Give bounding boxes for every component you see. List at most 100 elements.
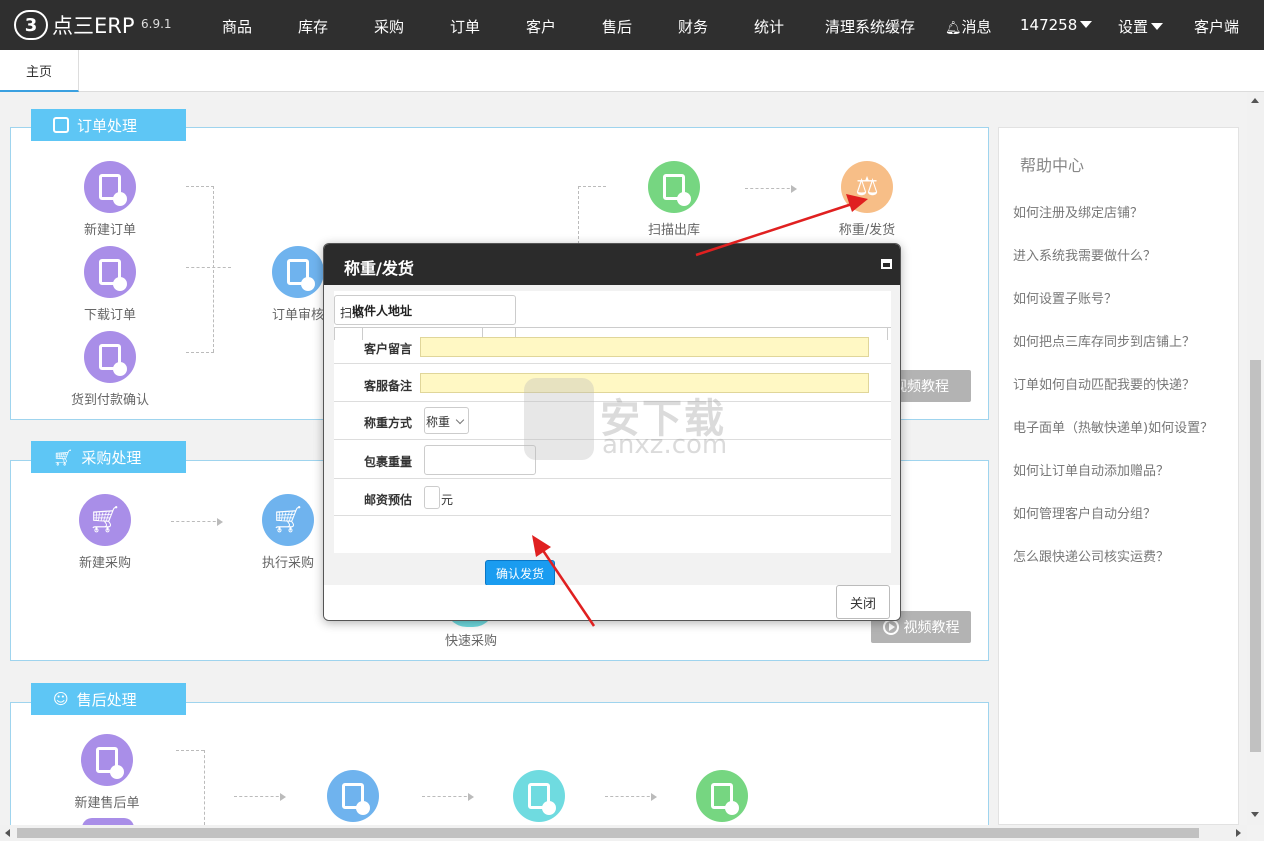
tab-home[interactable]: 主页 — [0, 50, 79, 92]
download-order-icon — [84, 246, 136, 298]
nav-item-aftersale[interactable]: 售后 — [602, 16, 632, 37]
connector — [578, 186, 579, 244]
postage-row: 邮资预估 元 — [334, 479, 891, 516]
help-link[interactable]: 如何注册及绑定店铺？ — [1013, 202, 1143, 221]
scale-icon: ⚖ — [841, 161, 893, 213]
help-link[interactable]: 电子面单（热敏快递单)如何设置？ — [1013, 417, 1213, 436]
nav-item-messages[interactable]: 🔔︎消息 — [945, 16, 992, 37]
node-scan-out[interactable]: 扫描出库 — [619, 161, 729, 238]
dialog-title: 称重/发货 — [344, 259, 414, 278]
node-label: 新建订单 — [83, 223, 136, 238]
connector — [186, 267, 231, 268]
service-note-label: 客服备注 — [364, 379, 413, 393]
vertical-scrollbar[interactable] — [1247, 92, 1264, 825]
help-link[interactable]: 如何设置子账号？ — [1013, 288, 1117, 307]
customer-note-input[interactable] — [420, 337, 869, 357]
nav-item-user[interactable]: 147258 — [1020, 16, 1093, 34]
app-logo[interactable]: 3 点三ERP — [14, 10, 135, 40]
scroll-right-icon[interactable] — [1236, 829, 1241, 837]
nav-item-statistics[interactable]: 统计 — [754, 16, 784, 37]
top-nav: 3 点三ERP 6.9.1 商品 库存 采购 订单 客户 售后 财务 统计 清理… — [0, 0, 1264, 50]
clipboard-icon — [53, 117, 69, 133]
weigh-mode-select[interactable]: 称重 — [424, 407, 469, 434]
help-link[interactable]: 如何让订单自动添加赠品？ — [1013, 460, 1169, 479]
aftersale-section-header: ☺ 售后处理 — [31, 683, 186, 715]
node-label: 快速采购 — [444, 634, 497, 649]
shield-icon — [524, 378, 594, 460]
aftersale-clock-icon — [513, 770, 565, 822]
postage-unit: 元 — [441, 493, 454, 507]
help-title: 帮助中心 — [1020, 156, 1085, 175]
aftersale-refund-icon — [696, 770, 748, 822]
nav-item-finance[interactable]: 财务 — [678, 16, 708, 37]
order-section-title: 订单处理 — [77, 116, 138, 135]
confirm-ship-button[interactable]: 确认发货 — [485, 560, 555, 586]
aftersale-section-title: 售后处理 — [76, 690, 137, 709]
chevron-down-icon — [455, 415, 465, 425]
order-review-icon — [272, 246, 324, 298]
node-label: 货到付款确认 — [70, 393, 149, 408]
aftersale-doc-icon — [81, 734, 133, 786]
node-cod-confirm[interactable]: 货到付款确认 — [55, 331, 165, 408]
connector — [186, 186, 214, 187]
nav-item-clear-cache[interactable]: 清理系统缓存 — [825, 16, 915, 37]
flow-arrow — [234, 793, 286, 801]
node-label: 称重/发货 — [838, 223, 896, 238]
vertical-scroll-thumb[interactable] — [1250, 360, 1261, 752]
help-link[interactable]: 订单如何自动匹配我要的快递？ — [1013, 374, 1195, 393]
logo-mark: 3 — [14, 10, 48, 40]
postage-input[interactable] — [424, 486, 440, 509]
node-weigh-ship[interactable]: ⚖ 称重/发货 — [812, 161, 922, 238]
node-label: 新建采购 — [78, 556, 131, 571]
node-new-purchase[interactable]: 🛒︎ 新建采购 — [50, 494, 160, 571]
nav-item-settings[interactable]: 设置 — [1118, 16, 1164, 37]
node-new-order[interactable]: 新建订单 — [55, 161, 165, 238]
help-link[interactable]: 如何把点三库存同步到店铺上？ — [1013, 331, 1195, 350]
nav-item-customers[interactable]: 客户 — [526, 16, 556, 37]
purchase-section-header: 🛒︎ 采购处理 — [31, 441, 186, 473]
dialog-footer: 关闭 — [324, 585, 900, 620]
video-label: 视频教程 — [893, 379, 949, 395]
watermark-en: anxz.com — [602, 430, 728, 460]
maximize-icon[interactable] — [881, 259, 892, 269]
node-label: 执行采购 — [261, 556, 314, 571]
horizontal-scroll-thumb[interactable] — [17, 828, 1199, 838]
help-link[interactable]: 怎么跟快递公司核实运费？ — [1013, 546, 1169, 565]
node-download-order[interactable]: 下载订单 — [55, 246, 165, 323]
scroll-left-icon[interactable] — [5, 829, 10, 837]
cod-confirm-icon — [84, 331, 136, 383]
recipient-address-label: 收件人地址 — [352, 304, 413, 318]
scroll-up-icon[interactable] — [1251, 98, 1259, 103]
help-link[interactable]: 进入系统我需要做什么？ — [1013, 245, 1156, 264]
nav-item-client[interactable]: 客户端 — [1194, 16, 1239, 37]
horizontal-scrollbar[interactable] — [0, 825, 1247, 841]
cart-icon: 🛒︎ — [53, 447, 74, 467]
nav-item-products[interactable]: 商品 — [222, 16, 252, 37]
nav-item-inventory[interactable]: 库存 — [298, 16, 328, 37]
flow-arrow — [171, 518, 223, 526]
help-link[interactable]: 如何管理客户自动分组？ — [1013, 503, 1156, 522]
headset-icon: ☺ — [53, 690, 69, 708]
customer-note-label: 客户留言 — [364, 342, 413, 356]
watermark: 安下载 anxz.com — [524, 378, 739, 468]
node-label: 扫描出库 — [647, 223, 700, 238]
scan-input[interactable]: 扫描 收件人地址 — [334, 295, 516, 325]
tab-bar: 主页 — [0, 50, 1264, 92]
video-label: 视频教程 — [903, 620, 960, 636]
node-new-aftersale[interactable]: 新建售后单 — [52, 734, 162, 811]
nav-item-purchase[interactable]: 采购 — [374, 16, 404, 37]
node-label: 订单审核 — [271, 308, 324, 323]
cart-plus-icon: 🛒︎ — [79, 494, 131, 546]
connector — [578, 186, 606, 187]
logo-text: 点三ERP — [52, 14, 135, 38]
caret-down-icon — [1080, 21, 1093, 28]
close-button[interactable]: 关闭 — [836, 585, 890, 619]
node-quick-purchase[interactable]: 快速采购 — [416, 630, 526, 649]
scroll-down-icon[interactable] — [1251, 812, 1259, 817]
connector — [186, 352, 214, 353]
package-weight-input[interactable] — [424, 445, 536, 475]
caret-down-icon — [1151, 23, 1164, 30]
nav-item-orders[interactable]: 订单 — [450, 16, 480, 37]
node-label: 新建售后单 — [74, 796, 140, 811]
connector — [176, 750, 204, 751]
